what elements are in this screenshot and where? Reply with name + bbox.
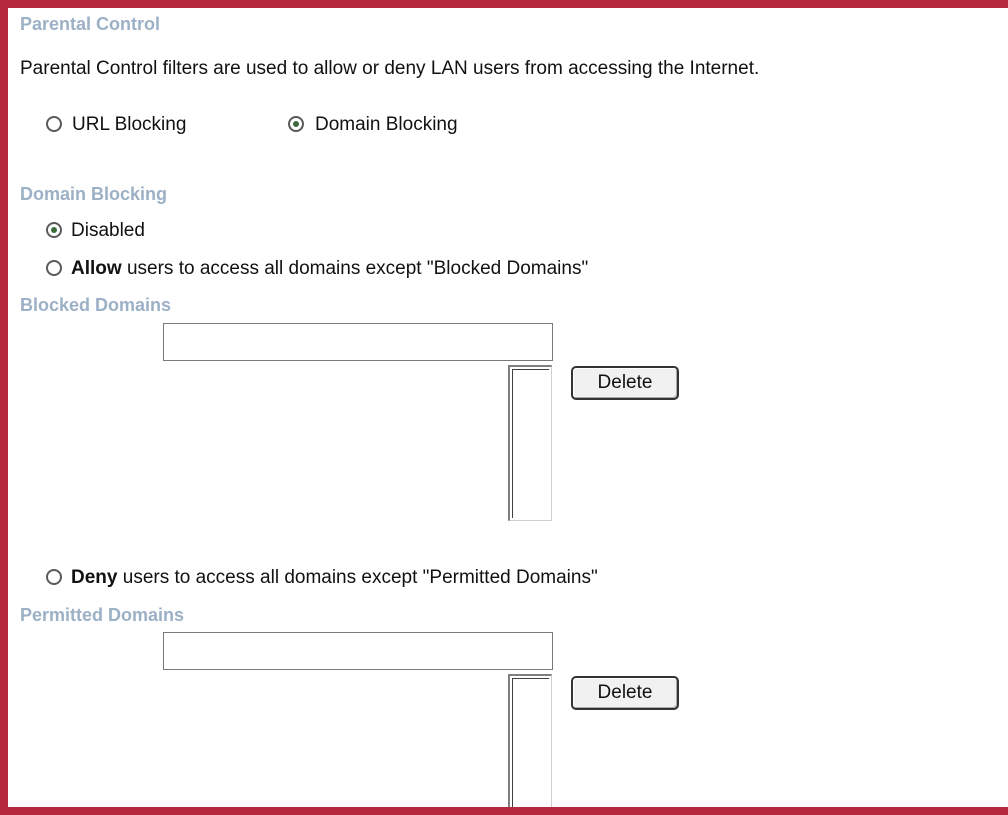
deny-description: users to access all domains except "Perm… bbox=[117, 567, 598, 588]
domain-blocking-heading: Domain Blocking bbox=[20, 184, 168, 204]
delete-blocked-button[interactable]: Delete bbox=[571, 366, 679, 400]
delete-permitted-button[interactable]: Delete bbox=[571, 676, 679, 710]
page-description: Parental Control filters are used to all… bbox=[20, 58, 760, 79]
allow-description: users to access all domains except "Bloc… bbox=[121, 258, 589, 279]
blocked-domains-list[interactable] bbox=[508, 365, 552, 521]
disabled-radio[interactable] bbox=[46, 222, 62, 238]
deny-label[interactable]: Deny users to access all domains except … bbox=[71, 567, 598, 589]
permitted-domain-input[interactable] bbox=[163, 632, 553, 670]
allow-label[interactable]: Allow users to access all domains except… bbox=[71, 258, 588, 280]
url-blocking-radio[interactable] bbox=[46, 116, 62, 132]
content-panel: Parental Control Parental Control filter… bbox=[8, 8, 1008, 807]
deny-radio[interactable] bbox=[46, 569, 62, 585]
allow-keyword: Allow bbox=[71, 258, 122, 279]
allow-radio[interactable] bbox=[46, 260, 62, 276]
permitted-domains-heading: Permitted Domains bbox=[20, 605, 185, 625]
page-title: Parental Control bbox=[20, 14, 161, 34]
domain-blocking-radio[interactable] bbox=[288, 116, 304, 132]
url-blocking-label[interactable]: URL Blocking bbox=[72, 114, 186, 136]
blocked-domains-heading: Blocked Domains bbox=[20, 295, 172, 315]
deny-keyword: Deny bbox=[71, 567, 118, 588]
permitted-domains-list[interactable] bbox=[508, 674, 552, 807]
blocked-domain-input[interactable] bbox=[163, 323, 553, 361]
domain-blocking-label[interactable]: Domain Blocking bbox=[315, 114, 458, 136]
disabled-label[interactable]: Disabled bbox=[71, 220, 145, 242]
